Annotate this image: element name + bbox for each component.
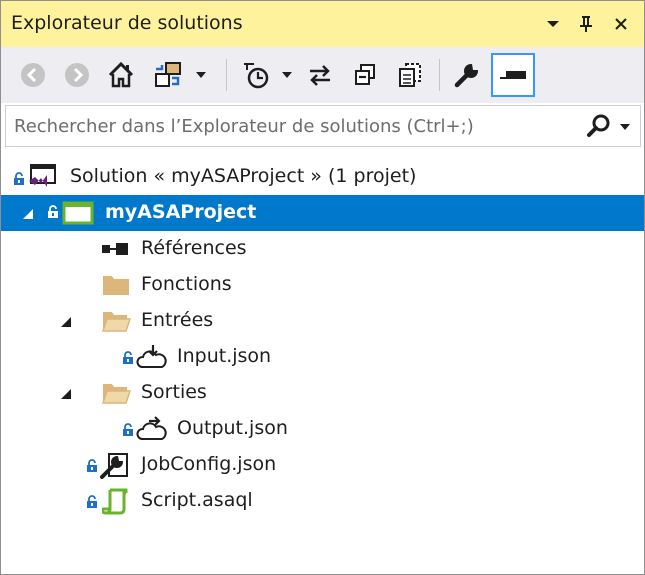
collapse-all-icon xyxy=(355,64,375,85)
expanded-arrow-icon[interactable] xyxy=(21,207,35,221)
tree-item-label: Références xyxy=(141,237,247,259)
open-folder-icon xyxy=(101,384,131,404)
switch-views-dropdown[interactable] xyxy=(191,57,211,93)
tree-item-label: Output.json xyxy=(177,417,288,439)
show-all-files-button[interactable] xyxy=(393,57,427,93)
dropdown-triangle-icon xyxy=(196,72,206,78)
sync-with-active-document-button[interactable] xyxy=(303,57,337,93)
switch-views-icon xyxy=(155,62,181,87)
visual-studio-solution-icon xyxy=(29,164,56,187)
tree-item-inputs[interactable]: Entrées xyxy=(1,303,644,339)
search-button[interactable] xyxy=(586,113,612,139)
expanded-arrow-icon[interactable] xyxy=(59,387,73,401)
open-folder-icon xyxy=(101,312,131,332)
switch-views-button[interactable] xyxy=(149,57,187,93)
properties-button[interactable] xyxy=(450,57,484,93)
tree-item-label: Sorties xyxy=(141,381,207,403)
solution-tree: Solution « myASAProject » (1 projet) myA… xyxy=(1,153,644,574)
tree-item-project[interactable]: myASAProject xyxy=(1,195,644,231)
lock-icon xyxy=(87,495,97,508)
preview-selected-items-button[interactable] xyxy=(491,53,535,97)
pending-changes-filter-button[interactable] xyxy=(238,57,274,93)
lock-icon xyxy=(14,172,24,185)
expanded-arrow-icon[interactable] xyxy=(59,315,73,329)
forward-button[interactable] xyxy=(61,57,93,93)
folder-icon xyxy=(103,276,129,295)
tree-item-label: Fonctions xyxy=(141,273,232,295)
search-options-dropdown[interactable] xyxy=(618,118,636,134)
close-button[interactable] xyxy=(608,11,634,37)
tree-item-jobconfig-json[interactable]: JobConfig.json xyxy=(1,447,644,483)
tree-item-solution[interactable]: Solution « myASAProject » (1 projet) xyxy=(1,159,644,195)
script-file-icon xyxy=(102,488,128,515)
filter-dropdown[interactable] xyxy=(277,57,297,93)
forward-arrow-icon xyxy=(65,63,89,87)
tree-item-label: JobConfig.json xyxy=(141,453,277,475)
back-arrow-icon xyxy=(21,63,45,87)
window-title: Explorateur de solutions xyxy=(11,12,243,34)
toolbar xyxy=(1,47,644,103)
close-icon xyxy=(615,18,627,30)
lock-icon xyxy=(48,205,58,218)
tree-item-label: Solution « myASAProject » (1 projet) xyxy=(70,165,417,187)
references-icon xyxy=(102,243,128,255)
search-icon xyxy=(587,114,610,137)
tree-item-label: Input.json xyxy=(177,345,272,367)
lock-icon xyxy=(87,459,97,472)
cloud-input-icon xyxy=(136,345,167,368)
window-options-dropdown-button[interactable] xyxy=(540,11,566,37)
dropdown-triangle-icon xyxy=(620,124,630,130)
tree-item-references[interactable]: Références xyxy=(1,231,644,267)
solution-explorer-window: Explorateur de solutions Rechercher dans… xyxy=(0,0,645,575)
cloud-output-icon xyxy=(136,416,167,440)
tree-item-output-json[interactable]: Output.json xyxy=(1,411,644,447)
tree-item-label: Script.asaql xyxy=(141,489,253,511)
toolbar-separator xyxy=(439,59,440,91)
title-bar: Explorateur de solutions xyxy=(1,1,644,47)
tree-item-input-json[interactable]: Input.json xyxy=(1,339,644,375)
tree-item-outputs[interactable]: Sorties xyxy=(1,375,644,411)
tree-item-label: Entrées xyxy=(141,309,214,331)
dropdown-triangle-icon xyxy=(547,21,559,27)
lock-icon xyxy=(123,423,133,436)
show-all-files-icon xyxy=(399,63,421,87)
dropdown-triangle-icon xyxy=(282,72,292,78)
wrench-icon xyxy=(454,64,478,88)
pin-icon xyxy=(580,16,592,32)
tree-item-functions[interactable]: Fonctions xyxy=(1,267,644,303)
back-button[interactable] xyxy=(17,57,49,93)
tree-item-label: myASAProject xyxy=(105,201,257,223)
sync-arrows-icon xyxy=(310,65,330,86)
search-input[interactable] xyxy=(6,106,576,146)
home-button[interactable] xyxy=(104,57,138,93)
collapse-all-button[interactable] xyxy=(349,57,381,93)
preview-icon xyxy=(500,71,526,79)
toolbar-separator xyxy=(226,59,227,91)
search-box xyxy=(5,105,641,147)
tree-item-script-asaql[interactable]: Script.asaql xyxy=(1,483,644,519)
stream-analytics-project-icon xyxy=(62,201,94,225)
home-icon xyxy=(108,61,134,88)
lock-icon xyxy=(123,351,133,364)
config-wrench-icon xyxy=(100,453,128,479)
auto-hide-pin-button[interactable] xyxy=(573,11,599,37)
clock-filter-icon xyxy=(244,63,269,89)
